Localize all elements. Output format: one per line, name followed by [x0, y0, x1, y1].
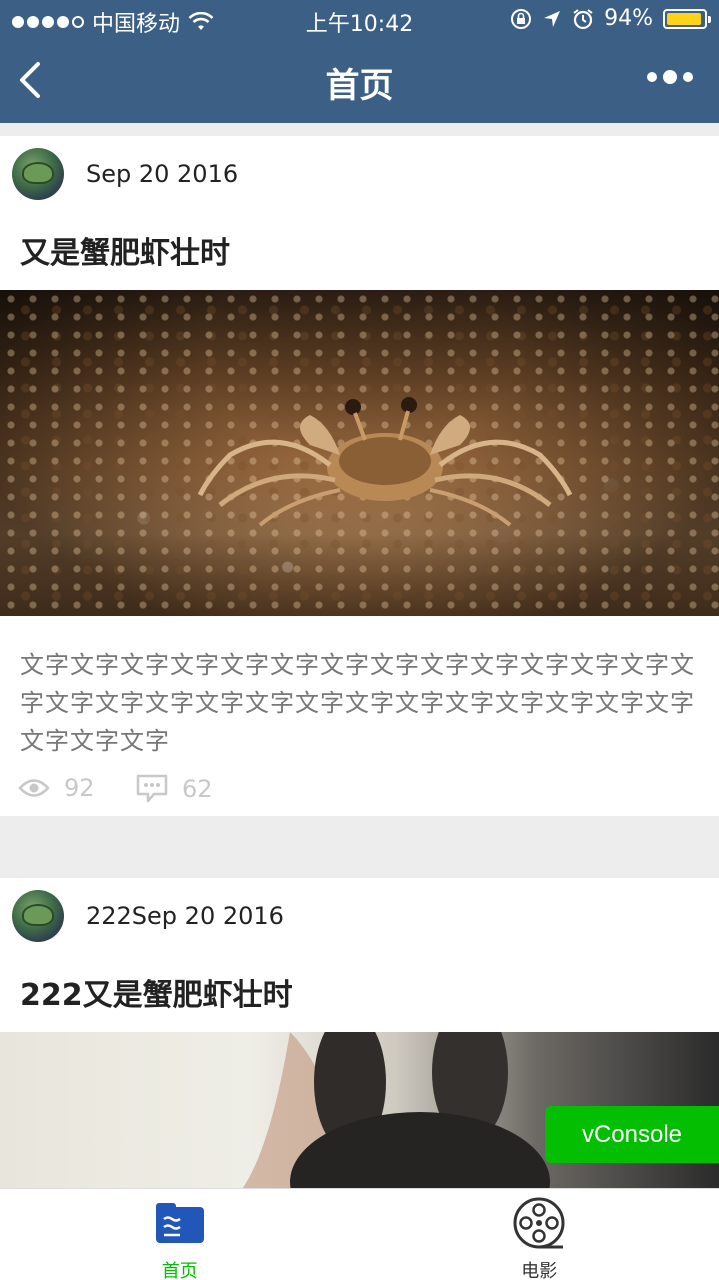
status-right: 94% — [510, 6, 711, 31]
feed[interactable]: Sep 20 2016 又是蟹肥虾壮时 文字文字文字文字文字文字文字文字文字文字… — [0, 136, 719, 1192]
battery-icon — [663, 8, 711, 29]
alarm-icon — [573, 8, 593, 29]
home-icon — [155, 1203, 204, 1243]
rotation-lock-icon — [511, 8, 532, 29]
crab-photo[interactable] — [0, 290, 719, 616]
post-header: Sep 20 2016 — [0, 136, 719, 212]
location-icon — [544, 10, 561, 27]
post-text: 文字文字文字文字文字文字文字文字文字文字文字文字文字文字文字文字文字文字文字文字… — [20, 651, 695, 755]
views-stat: 92 — [18, 774, 95, 802]
post-separator — [0, 816, 719, 878]
tab-bar: 首页 电影 — [0, 1188, 719, 1280]
post-date: 222Sep 20 2016 — [86, 902, 284, 930]
post-card[interactable]: Sep 20 2016 又是蟹肥虾壮时 文字文字文字文字文字文字文字文字文字文字… — [0, 136, 719, 816]
vconsole-button[interactable]: vConsole — [545, 1106, 719, 1163]
eye-icon — [18, 779, 50, 797]
avatar[interactable] — [12, 890, 64, 942]
crab-figure — [197, 397, 573, 527]
tab-movies[interactable]: 电影 — [360, 1189, 719, 1280]
status-bar: 中国移动 上午10:42 94% — [0, 0, 719, 40]
tab-home[interactable]: 首页 — [0, 1189, 360, 1280]
post-stats: 92 62 — [0, 774, 719, 816]
screen: 中国移动 上午10:42 94% 首页 Sep 20 2016 又是蟹肥虾壮时 … — [0, 0, 719, 1280]
tab-home-label: 首页 — [161, 1261, 198, 1280]
nav-bar: 首页 — [0, 40, 719, 123]
comments-stat: 62 — [136, 774, 213, 804]
post-title: 又是蟹肥虾壮时 — [20, 236, 230, 271]
post-date: Sep 20 2016 — [86, 160, 239, 188]
post-header: 222Sep 20 2016 — [0, 878, 719, 954]
tab-movies-label: 电影 — [521, 1261, 558, 1280]
comment-icon — [136, 774, 168, 803]
more-options-icon[interactable] — [647, 70, 693, 84]
avatar[interactable] — [12, 148, 64, 200]
comments-count: 62 — [182, 775, 213, 803]
post-title: 222又是蟹肥虾壮时 — [20, 978, 293, 1013]
film-reel-icon — [513, 1197, 565, 1249]
battery-fill — [667, 12, 701, 25]
page-title: 首页 — [325, 66, 394, 106]
views-count: 92 — [64, 774, 95, 802]
battery-percent: 94% — [604, 6, 653, 31]
